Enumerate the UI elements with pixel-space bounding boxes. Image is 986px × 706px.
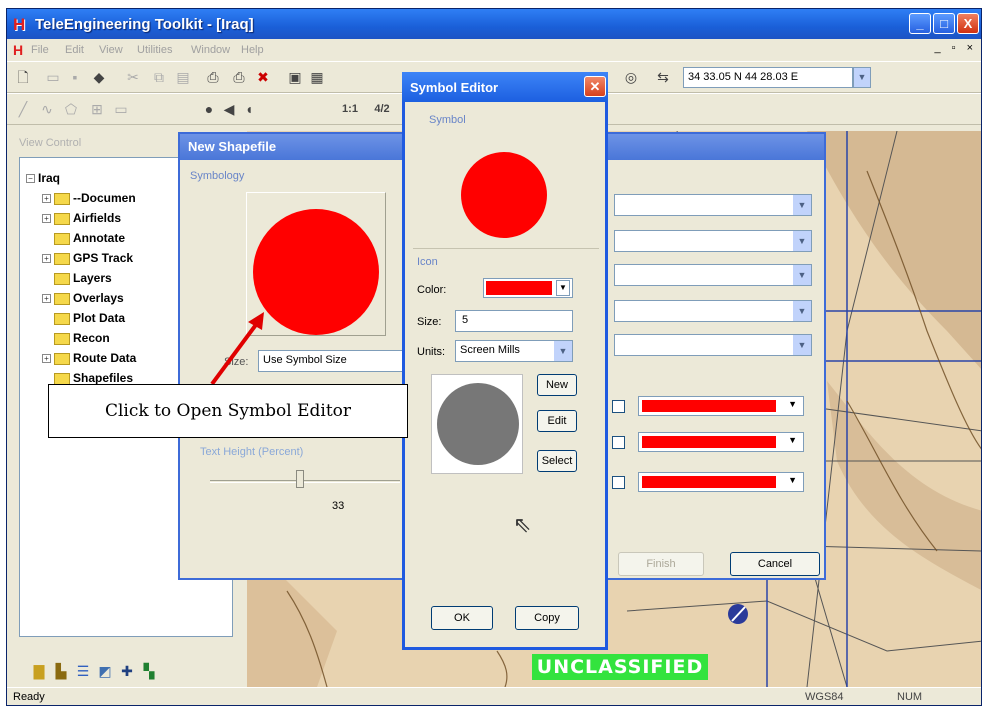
callout-annotation: Click to Open Symbol Editor [48,384,408,438]
annotation-arrow [210,312,264,386]
